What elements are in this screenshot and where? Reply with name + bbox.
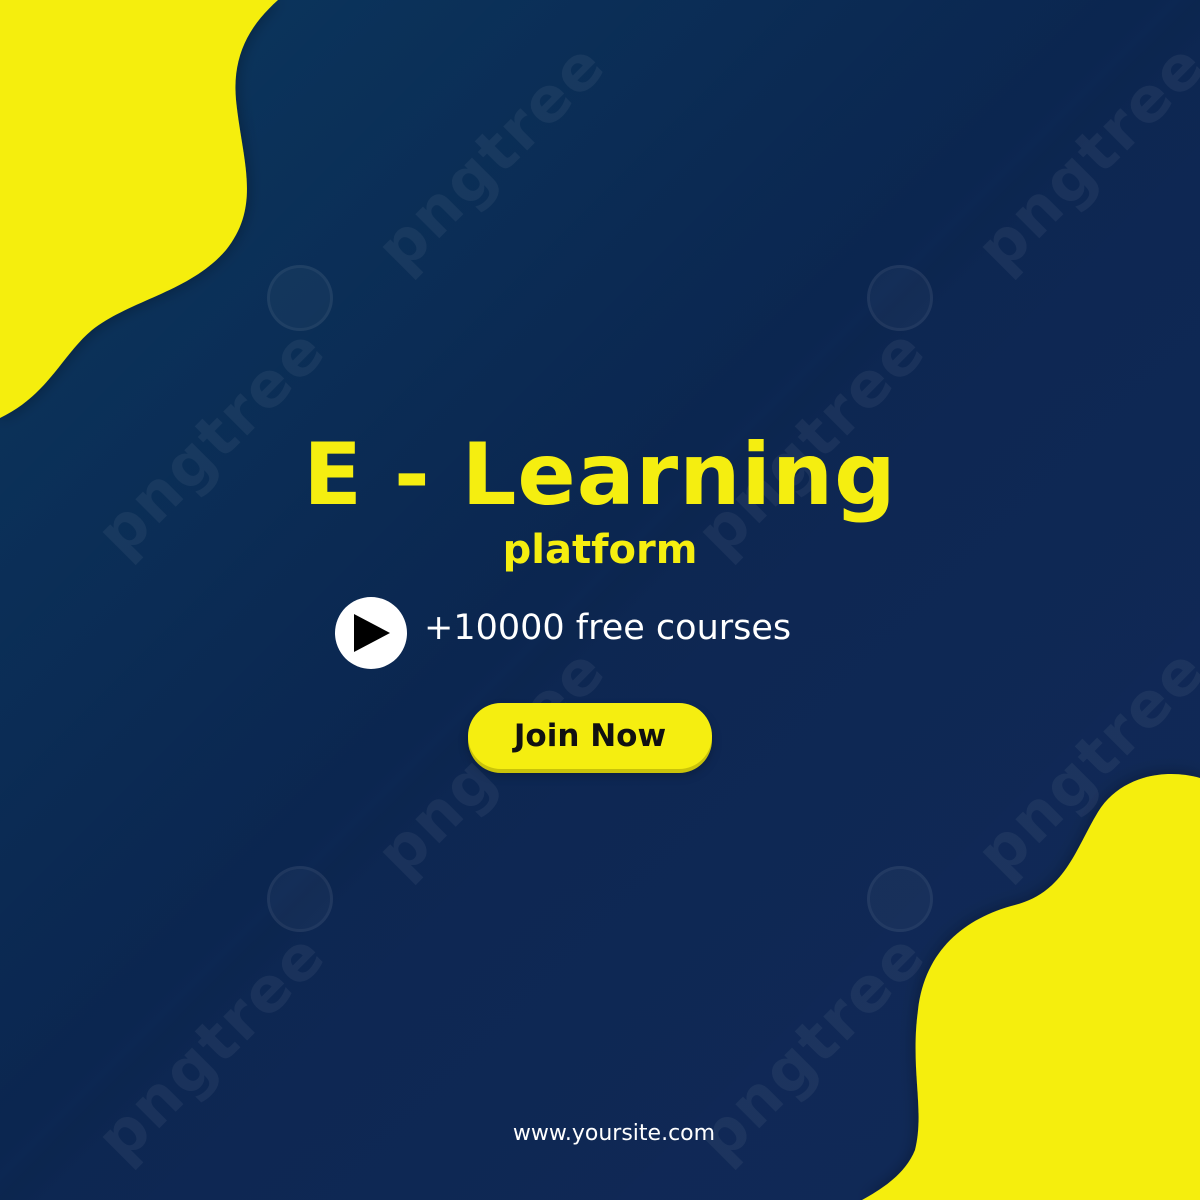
top-left-blob	[0, 0, 278, 418]
poster-canvas: pngtree pngtree pngtree pngtree pngtree …	[0, 0, 1200, 1200]
yellow-blob-decoration	[0, 0, 1200, 1200]
website-url: www.yoursite.com	[512, 1121, 716, 1146]
play-icon	[354, 614, 390, 652]
play-button[interactable]	[335, 597, 407, 669]
main-title: E - Learning	[303, 425, 897, 525]
subtitle: platform	[502, 527, 698, 573]
courses-count-text: +10000 free courses	[424, 608, 792, 648]
join-now-button[interactable]: Join Now	[468, 703, 712, 769]
